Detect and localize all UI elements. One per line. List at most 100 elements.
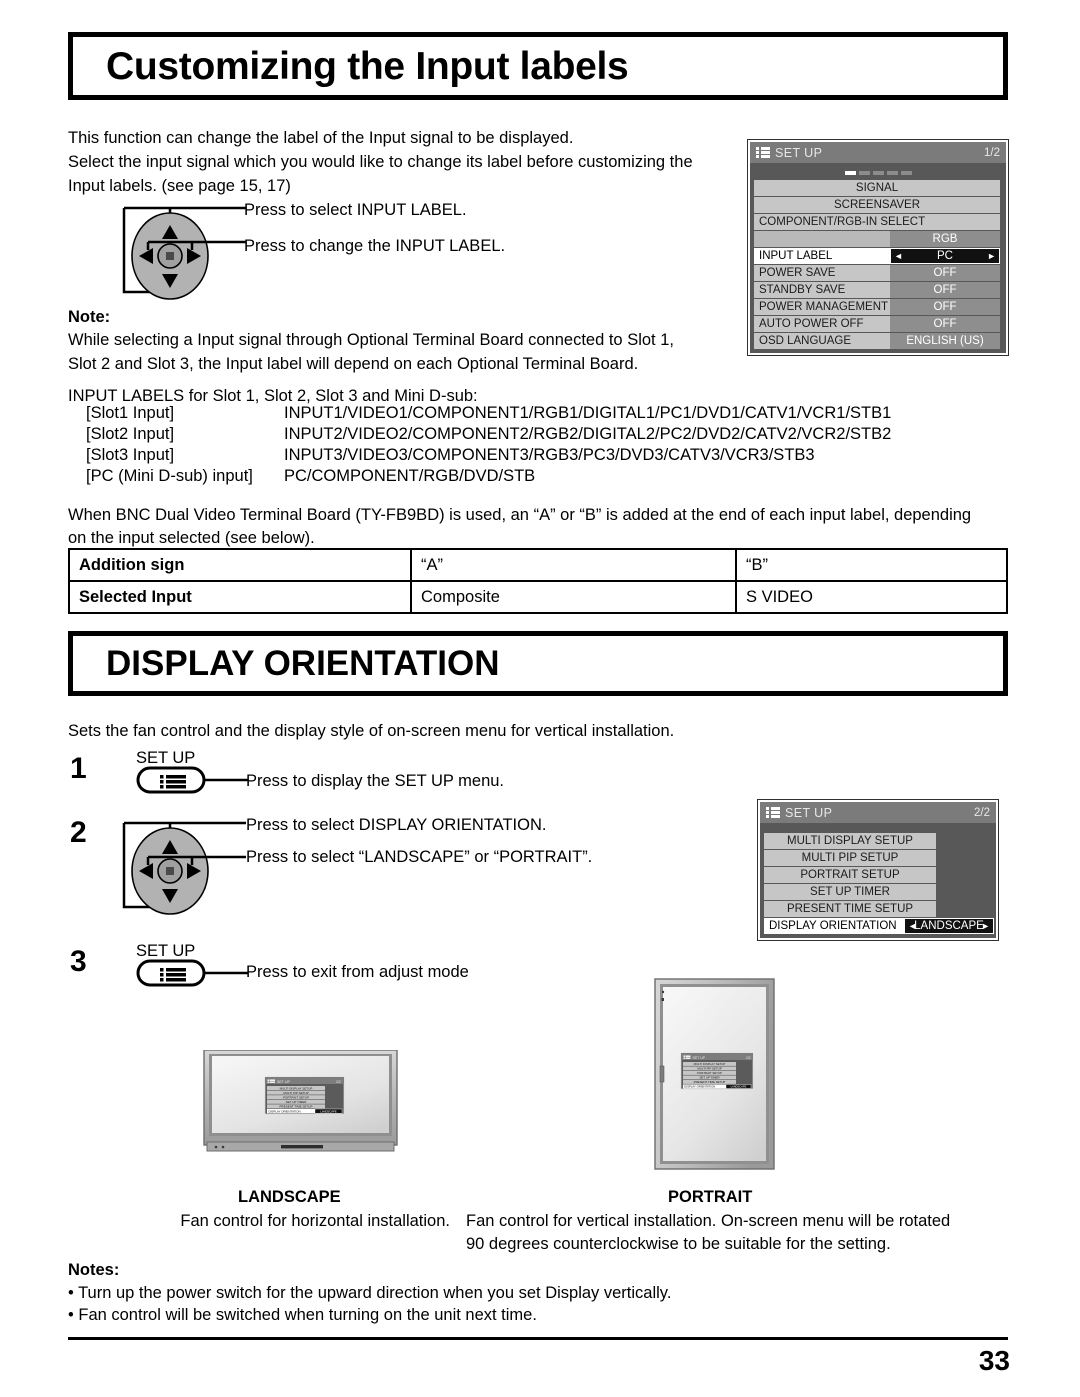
table-cell: Composite [410,580,737,614]
osd-row-component-rgb-in-select[interactable]: COMPONENT/RGB-IN SELECT [754,214,1002,230]
osd-spacer [760,823,996,832]
osd-row-label: MULTI PIP SETUP [764,850,936,866]
note-body: While selecting a Input signal through O… [68,331,674,373]
svg-text:2/2: 2/2 [746,1056,751,1060]
osd-row-component-rgb-value[interactable]: RGB [754,231,1002,247]
svg-text:LANDSCAPE: LANDSCAPE [731,1085,747,1089]
table-cell: Addition sign [68,548,412,582]
osd-setup-menu-page1[interactable]: SET UP 1/2 SIGNAL SCREENSAVER COMPONENT/… [748,140,1008,355]
slot-value: INPUT2/VIDEO2/COMPONENT2/RGB2/DIGITAL2/P… [284,425,892,443]
section-title-customizing-input-labels: Customizing the Input labels [68,32,1008,100]
caption-portrait: PORTRAIT [668,1188,753,1206]
osd-row-present-time-setup[interactable]: PRESENT TIME SETUP [764,901,992,917]
footer-divider [68,1337,1008,1340]
svg-text:SET UP: SET UP [277,1080,291,1084]
notes-label: Notes: [68,1261,120,1279]
osd-row-input-label[interactable]: INPUT LABEL ◄ PC ► [754,248,1002,264]
osd-row-label: SIGNAL [754,180,1000,196]
table-row: Selected Input Composite S VIDEO [68,580,1008,614]
slot-value: INPUT3/VIDEO3/COMPONENT3/RGB3/PC3/DVD3/C… [284,446,815,464]
osd-row-label: SET UP TIMER [764,884,936,900]
mini-osd-portrait: SET UP 2/2 MULTI DISPLAY SETUP MULTI PIP… [680,1052,754,1090]
osd-row-osd-language[interactable]: OSD LANGUAGE ENGLISH (US) [754,333,1002,349]
osd-row-value: RGB [890,231,1000,247]
osd-row-value-container[interactable]: ◄ PC ► [890,248,1000,264]
osd-setup-menu-page2[interactable]: SET UP 2/2 MULTI DISPLAY SETUP MULTI PIP… [758,800,998,940]
dpad-callout-change-input-label: Press to change the INPUT LABEL. [244,237,506,255]
svg-text:2/2: 2/2 [336,1080,341,1084]
step3-callout: Press to exit from adjust mode [246,963,469,981]
osd-row-list: MULTI DISPLAY SETUP MULTI PIP SETUP PORT… [760,832,996,934]
menu-list-icon [756,147,770,158]
osd-row-value: OFF [890,316,1000,332]
osd-row-label: SCREENSAVER [754,197,1000,213]
osd-row-value: LANDSCAPE [914,920,984,932]
slot-row: [Slot1 Input] INPUT1/VIDEO1/COMPONENT1/R… [86,403,1016,424]
manual-page: Customizing the Input labels This functi… [0,0,1080,1397]
portrait-monitor-svg: SET UP 2/2 MULTI DISPLAY SETUP MULTI PIP… [654,978,775,1170]
note-label: Note: [68,308,111,326]
osd-row-portrait-setup[interactable]: PORTRAIT SETUP [764,867,992,883]
table-cell: “B” [735,548,1008,582]
right-arrow-icon[interactable]: ► [981,921,990,931]
osd-row-signal[interactable]: SIGNAL [754,180,1002,196]
osd-row-label: MULTI DISPLAY SETUP [764,833,936,849]
slot-row: [Slot2 Input] INPUT2/VIDEO2/COMPONENT2/R… [86,424,1016,445]
osd-row-label: INPUT LABEL [754,248,890,264]
table-cell: Selected Input [68,580,412,614]
note-bullet: • Fan control will be switched when turn… [68,1306,537,1324]
section-title-display-orientation: DISPLAY ORIENTATION [68,631,1008,696]
description-portrait: Fan control for vertical installation. O… [466,1212,951,1253]
step2-callout-landscape-portrait: Press to select “LANDSCAPE” or “PORTRAIT… [246,848,593,866]
step2-callout-select-orientation: Press to select DISPLAY ORIENTATION. [246,816,547,834]
left-arrow-icon[interactable]: ◄ [908,921,917,931]
svg-text:PRESENT TIME SETUP: PRESENT TIME SETUP [694,1080,726,1084]
osd-page-indicator: 2/2 [974,806,990,819]
svg-text:PORTRAIT SETUP: PORTRAIT SETUP [697,1071,722,1075]
table-cell: “A” [410,548,737,582]
slot-key: [Slot2 Input] [86,425,175,443]
osd-header: SET UP 2/2 [760,802,996,823]
osd-row-label: PRESENT TIME SETUP [764,901,936,917]
osd-row-screensaver[interactable]: SCREENSAVER [754,197,1002,213]
right-arrow-icon[interactable]: ► [987,251,996,261]
osd-row-multi-display-setup[interactable]: MULTI DISPLAY SETUP [764,833,992,849]
osd-row-set-up-timer[interactable]: SET UP TIMER [764,884,992,900]
osd-row-label: COMPONENT/RGB-IN SELECT [754,214,1000,230]
osd-row-standby-save[interactable]: STANDBY SAVE OFF [754,282,1002,298]
osd-row-label: POWER SAVE [754,265,890,281]
description-landscape: Fan control for horizontal installation. [180,1212,450,1230]
osd-row-label: AUTO POWER OFF [754,316,890,332]
svg-text:MULTI PIP SETUP: MULTI PIP SETUP [283,1091,308,1095]
dpad-callout-select-input-label: Press to select INPUT LABEL. [244,201,467,219]
section2-intro: Sets the fan control and the display sty… [68,722,675,740]
caption-landscape: LANDSCAPE [238,1188,341,1206]
osd-row-label: DISPLAY ORIENTATION [764,918,904,934]
osd-row-power-management[interactable]: POWER MANAGEMENT OFF [754,299,1002,315]
osd-row-value-container[interactable]: ◄ LANDSCAPE ► [904,918,994,934]
svg-text:PORTRAIT SETUP: PORTRAIT SETUP [283,1096,309,1100]
slot-key: [PC (Mini D-sub) input] [86,467,253,485]
osd-row-value: ENGLISH (US) [890,333,1000,349]
osd-row-value: OFF [890,299,1000,315]
left-arrow-icon[interactable]: ◄ [894,251,903,261]
osd-row-label-blank [754,231,890,247]
osd-header: SET UP 1/2 [750,142,1006,163]
portrait-monitor-illustration: SET UP 2/2 MULTI DISPLAY SETUP MULTI PIP… [654,978,776,1175]
svg-text:PRESENT TIME SETUP: PRESENT TIME SETUP [280,1105,313,1109]
osd-row-label: STANDBY SAVE [754,282,890,298]
slot-value: INPUT1/VIDEO1/COMPONENT1/RGB1/DIGITAL1/P… [284,404,892,422]
step-number-3: 3 [70,945,87,978]
osd-title: SET UP [785,805,833,820]
note-bullet: • Turn up the power switch for the upwar… [68,1284,672,1302]
slot-value: PC/COMPONENT/RGB/DVD/STB [284,467,536,485]
osd-row-multi-pip-setup[interactable]: MULTI PIP SETUP [764,850,992,866]
osd-row-display-orientation[interactable]: DISPLAY ORIENTATION ◄ LANDSCAPE ► [764,918,994,934]
step1-callout: Press to display the SET UP menu. [246,772,505,790]
slot-key: [Slot3 Input] [86,446,175,464]
osd-row-power-save[interactable]: POWER SAVE OFF [754,265,1002,281]
osd-row-auto-power-off[interactable]: AUTO POWER OFF OFF [754,316,1002,332]
page-title: Customizing the Input labels [106,44,629,88]
osd-row-list: SIGNAL SCREENSAVER COMPONENT/RGB-IN SELE… [750,179,1006,349]
landscape-monitor-illustration: SET UP 2/2 MULTI DISPLAY SETUP MULTI PIP… [203,1049,398,1160]
